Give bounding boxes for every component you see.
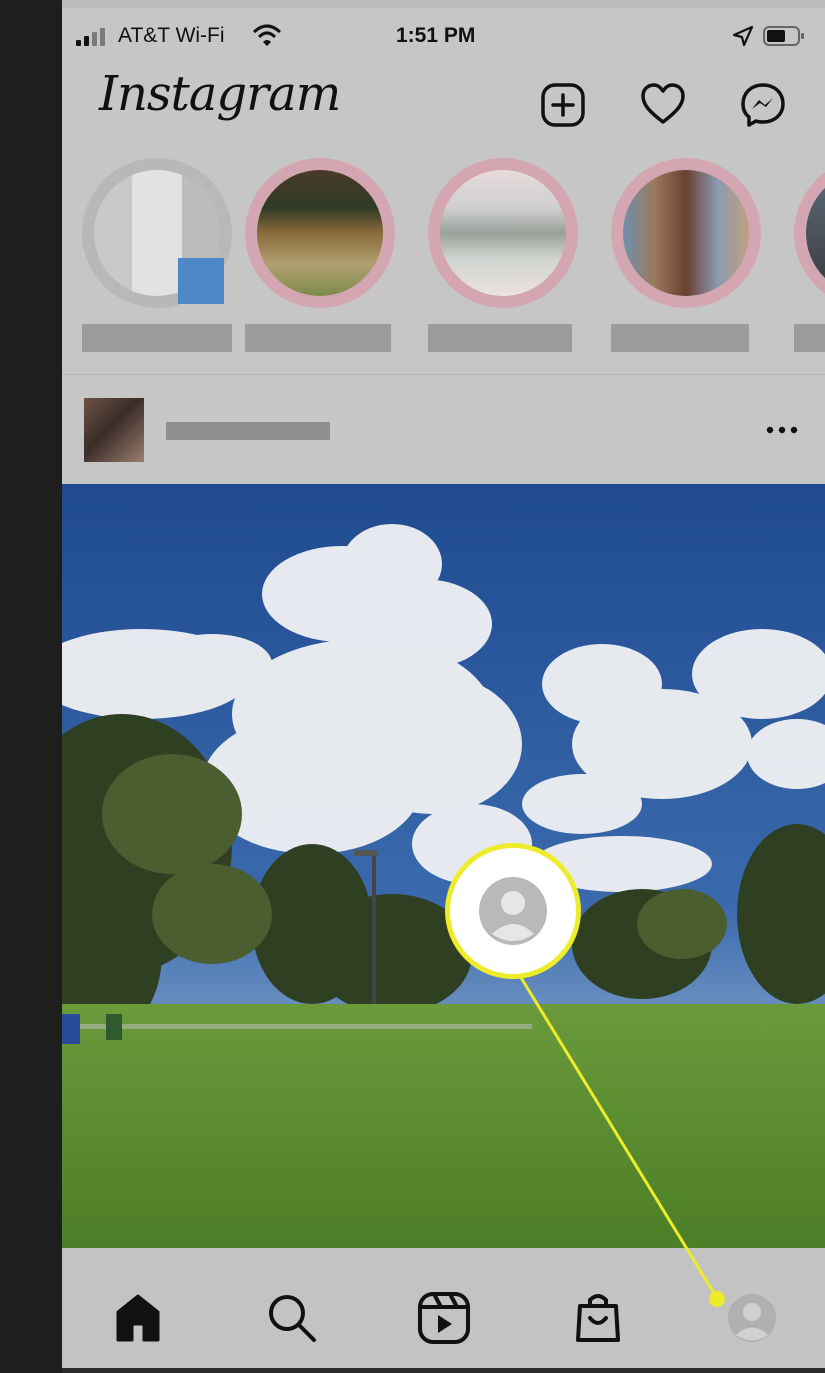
clock: 1:51 PM bbox=[396, 24, 476, 47]
stories-row bbox=[62, 158, 825, 366]
carrier-label: AT&T Wi-Fi bbox=[118, 24, 225, 47]
story-avatar bbox=[794, 158, 825, 308]
story-username bbox=[245, 324, 391, 352]
story-username bbox=[82, 324, 232, 352]
story-avatar bbox=[611, 158, 761, 308]
story-avatar bbox=[245, 158, 395, 308]
your-story[interactable] bbox=[82, 158, 242, 358]
story-item[interactable] bbox=[245, 158, 405, 358]
story-avatar bbox=[428, 158, 578, 308]
story-username bbox=[428, 324, 572, 352]
search-icon[interactable] bbox=[262, 1288, 322, 1348]
story-username bbox=[611, 324, 749, 352]
profile-avatar-icon bbox=[479, 877, 547, 945]
more-options-icon[interactable] bbox=[764, 424, 800, 436]
window-left-edge bbox=[0, 0, 62, 1373]
status-bar: AT&T Wi-Fi 1:51 PM bbox=[62, 8, 825, 64]
add-story-icon[interactable] bbox=[178, 258, 224, 304]
stories-divider bbox=[62, 374, 825, 375]
story-username bbox=[794, 324, 825, 352]
home-icon[interactable] bbox=[108, 1288, 168, 1348]
window-top-edge bbox=[62, 0, 825, 8]
battery-icon bbox=[763, 26, 804, 46]
signal-strength-icon bbox=[76, 28, 116, 46]
wifi-icon bbox=[252, 24, 282, 46]
messenger-icon[interactable] bbox=[740, 82, 786, 128]
new-post-icon[interactable] bbox=[540, 82, 586, 128]
reels-icon[interactable] bbox=[414, 1288, 474, 1348]
profile-icon[interactable] bbox=[722, 1288, 782, 1348]
bottom-navigation bbox=[62, 1248, 825, 1368]
instagram-logo[interactable]: Instagram bbox=[99, 66, 341, 122]
location-arrow-icon bbox=[732, 25, 754, 47]
story-item[interactable] bbox=[428, 158, 588, 358]
post-author-avatar[interactable] bbox=[84, 398, 144, 462]
profile-icon-callout bbox=[445, 843, 581, 979]
window-bottom-edge bbox=[62, 1368, 825, 1373]
heart-icon[interactable] bbox=[640, 82, 686, 128]
story-item[interactable] bbox=[611, 158, 771, 358]
story-item[interactable] bbox=[794, 158, 825, 358]
post-author-username[interactable] bbox=[166, 422, 330, 440]
phone-screen: AT&T Wi-Fi 1:51 PM Instagram bbox=[62, 8, 825, 1368]
post-photo[interactable] bbox=[62, 484, 825, 1248]
shop-icon[interactable] bbox=[568, 1288, 628, 1348]
